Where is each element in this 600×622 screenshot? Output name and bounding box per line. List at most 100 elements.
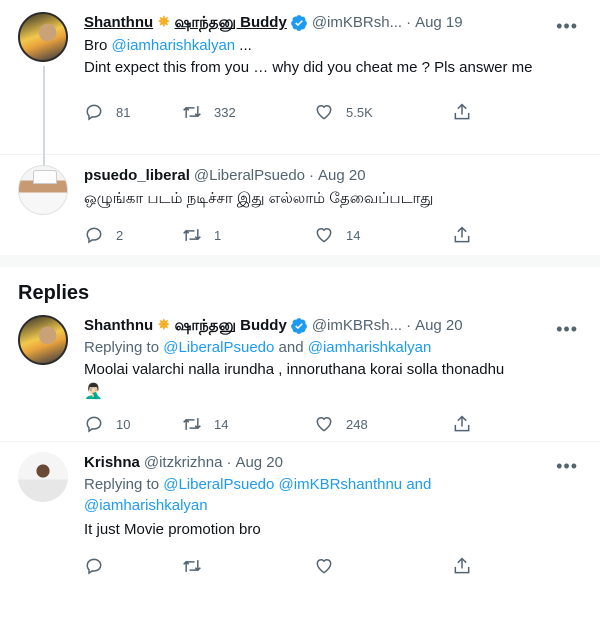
tweet-header: Shanthnu ✸ ஷாந்தனு Buddy @imKBRsh... · A…: [84, 316, 463, 336]
tweet-text: Dint expect this from you … why did you …: [84, 59, 533, 76]
like-count: 248: [346, 416, 368, 432]
heart-icon: [316, 417, 332, 432]
replies-heading: Replies: [18, 282, 90, 304]
reply-tweet[interactable]: Shanthnu ✸ ஷாந்தனு Buddy @imKBRsh... · A…: [0, 309, 600, 441]
retweet-button[interactable]: 332: [182, 102, 314, 122]
share-icon: [454, 103, 470, 120]
reply-icon: [86, 227, 102, 244]
share-icon: [454, 557, 470, 574]
retweet-icon: [183, 560, 201, 572]
like-button[interactable]: 5.5K: [314, 102, 452, 122]
retweet-icon: [183, 106, 201, 118]
retweet-button[interactable]: 14: [182, 414, 314, 434]
tweet-content: Shanthnu ✸ ஷாந்தனு Buddy @imKBRsh... · A…: [72, 12, 584, 154]
reply-button[interactable]: 81: [84, 102, 182, 122]
reply-count: 10: [116, 416, 131, 432]
retweet-icon: [183, 418, 201, 430]
reply-icon: [86, 416, 102, 433]
action-bar: 81 332 5.5K: [84, 92, 584, 132]
mention-link[interactable]: @imKBRshanthnu: [279, 476, 403, 493]
display-name-tamil[interactable]: ஷாந்தனு Buddy: [175, 316, 287, 336]
tweet-text: ஒழுங்கா படம் நடிச்சா இது எல்லாம் தேவைப்ப…: [84, 190, 434, 207]
mention-link[interactable]: @LiberalPsuedo: [163, 339, 274, 356]
mention-link[interactable]: @iamharishkalyan: [112, 37, 236, 54]
more-icon[interactable]: •••: [556, 16, 578, 37]
reply-button[interactable]: 2: [84, 225, 182, 245]
avatar[interactable]: [18, 452, 68, 502]
handle[interactable]: @imKBRsh...: [312, 316, 402, 336]
tweet-text: It just Movie promotion bro: [84, 521, 261, 538]
star-emoji-icon: ✸: [157, 14, 171, 31]
like-button[interactable]: 248: [314, 414, 452, 434]
display-name[interactable]: psuedo_liberal: [84, 166, 190, 186]
avatar[interactable]: [18, 165, 68, 215]
more-icon[interactable]: •••: [556, 319, 578, 340]
display-name-tamil[interactable]: ஷாந்தனு Buddy: [175, 13, 287, 33]
share-button[interactable]: [452, 225, 484, 245]
more-icon[interactable]: •••: [556, 456, 578, 477]
tweet-content: Krishna @itzkrizhna · Aug 20 ••• Replyin…: [72, 452, 584, 586]
mention-link[interactable]: @LiberalPsuedo: [163, 476, 274, 493]
avatar-column: [18, 452, 72, 586]
timestamp[interactable]: Aug 20: [318, 166, 366, 186]
tweet-header: Krishna @itzkrizhna · Aug 20: [84, 453, 283, 473]
verified-badge-icon: [290, 15, 307, 31]
retweet-count: 14: [214, 416, 229, 432]
star-emoji-icon: ✸: [157, 317, 171, 334]
avatar-column: [18, 12, 72, 178]
share-button[interactable]: [452, 102, 484, 122]
tweet-text: Bro @iamharishkalyan ...: [84, 37, 252, 54]
tweet-content: Shanthnu ✸ ஷாந்தனு Buddy @imKBRsh... · A…: [72, 315, 584, 441]
replies-section-header: Replies: [0, 255, 600, 309]
timestamp[interactable]: Aug 20: [415, 316, 463, 336]
replying-to-cont: @iamharishkalyan: [84, 495, 584, 516]
verified-badge-icon: [290, 318, 307, 334]
like-button[interactable]: 14: [314, 225, 452, 245]
avatar-column: [18, 165, 72, 255]
timestamp[interactable]: Aug 20: [235, 453, 283, 473]
share-icon: [454, 226, 470, 243]
timestamp[interactable]: Aug 19: [415, 13, 463, 33]
action-bar: 2 1 14: [84, 215, 584, 255]
heart-icon: [316, 559, 332, 574]
share-button[interactable]: [452, 414, 484, 434]
tweet-header: psuedo_liberal @LiberalPsuedo · Aug 20: [84, 166, 366, 186]
handle[interactable]: @imKBRsh...: [312, 13, 402, 33]
reply-button[interactable]: [84, 556, 182, 576]
tweet-header: Shanthnu ✸ ஷாந்தனு Buddy @imKBRsh... · A…: [84, 13, 463, 33]
tweet[interactable]: psuedo_liberal @LiberalPsuedo · Aug 20 ஒ…: [0, 155, 600, 255]
retweet-count: 332: [214, 104, 236, 120]
like-count: 5.5K: [346, 104, 373, 120]
facepalm-emoji: 🤦🏻‍♂️: [84, 383, 103, 400]
heart-icon: [316, 105, 332, 120]
reply-count: 2: [116, 227, 124, 243]
reply-button[interactable]: 10: [84, 414, 182, 434]
avatar[interactable]: [18, 12, 68, 62]
display-name[interactable]: Shanthnu: [84, 316, 153, 336]
share-icon: [454, 415, 470, 432]
retweet-count: 1: [214, 227, 222, 243]
retweet-button[interactable]: 1: [182, 225, 314, 245]
action-bar: [84, 546, 584, 586]
avatar-column: [18, 315, 72, 441]
display-name[interactable]: Shanthnu: [84, 13, 153, 33]
like-count: 14: [346, 227, 361, 243]
display-name[interactable]: Krishna: [84, 453, 140, 473]
avatar[interactable]: [18, 315, 68, 365]
mention-link[interactable]: @iamharishkalyan: [84, 497, 208, 514]
mention-link[interactable]: @iamharishkalyan: [308, 339, 432, 356]
like-button[interactable]: [314, 556, 452, 576]
handle[interactable]: @itzkrizhna: [144, 453, 223, 473]
heart-icon: [316, 228, 332, 243]
handle[interactable]: @LiberalPsuedo: [194, 166, 305, 186]
action-bar: 10 14 248: [84, 404, 584, 444]
retweet-icon: [183, 229, 201, 241]
share-button[interactable]: [452, 556, 484, 576]
reply-count: 81: [116, 104, 131, 120]
reply-tweet[interactable]: Krishna @itzkrizhna · Aug 20 ••• Replyin…: [0, 442, 600, 586]
reply-icon: [86, 104, 102, 121]
tweet-content: psuedo_liberal @LiberalPsuedo · Aug 20 ஒ…: [72, 165, 584, 255]
tweet-text: Moolai valarchi nalla irundha , innoruth…: [84, 361, 505, 378]
retweet-button[interactable]: [182, 556, 314, 576]
tweet[interactable]: Shanthnu ✸ ஷாந்தனு Buddy @imKBRsh... · A…: [0, 0, 600, 178]
